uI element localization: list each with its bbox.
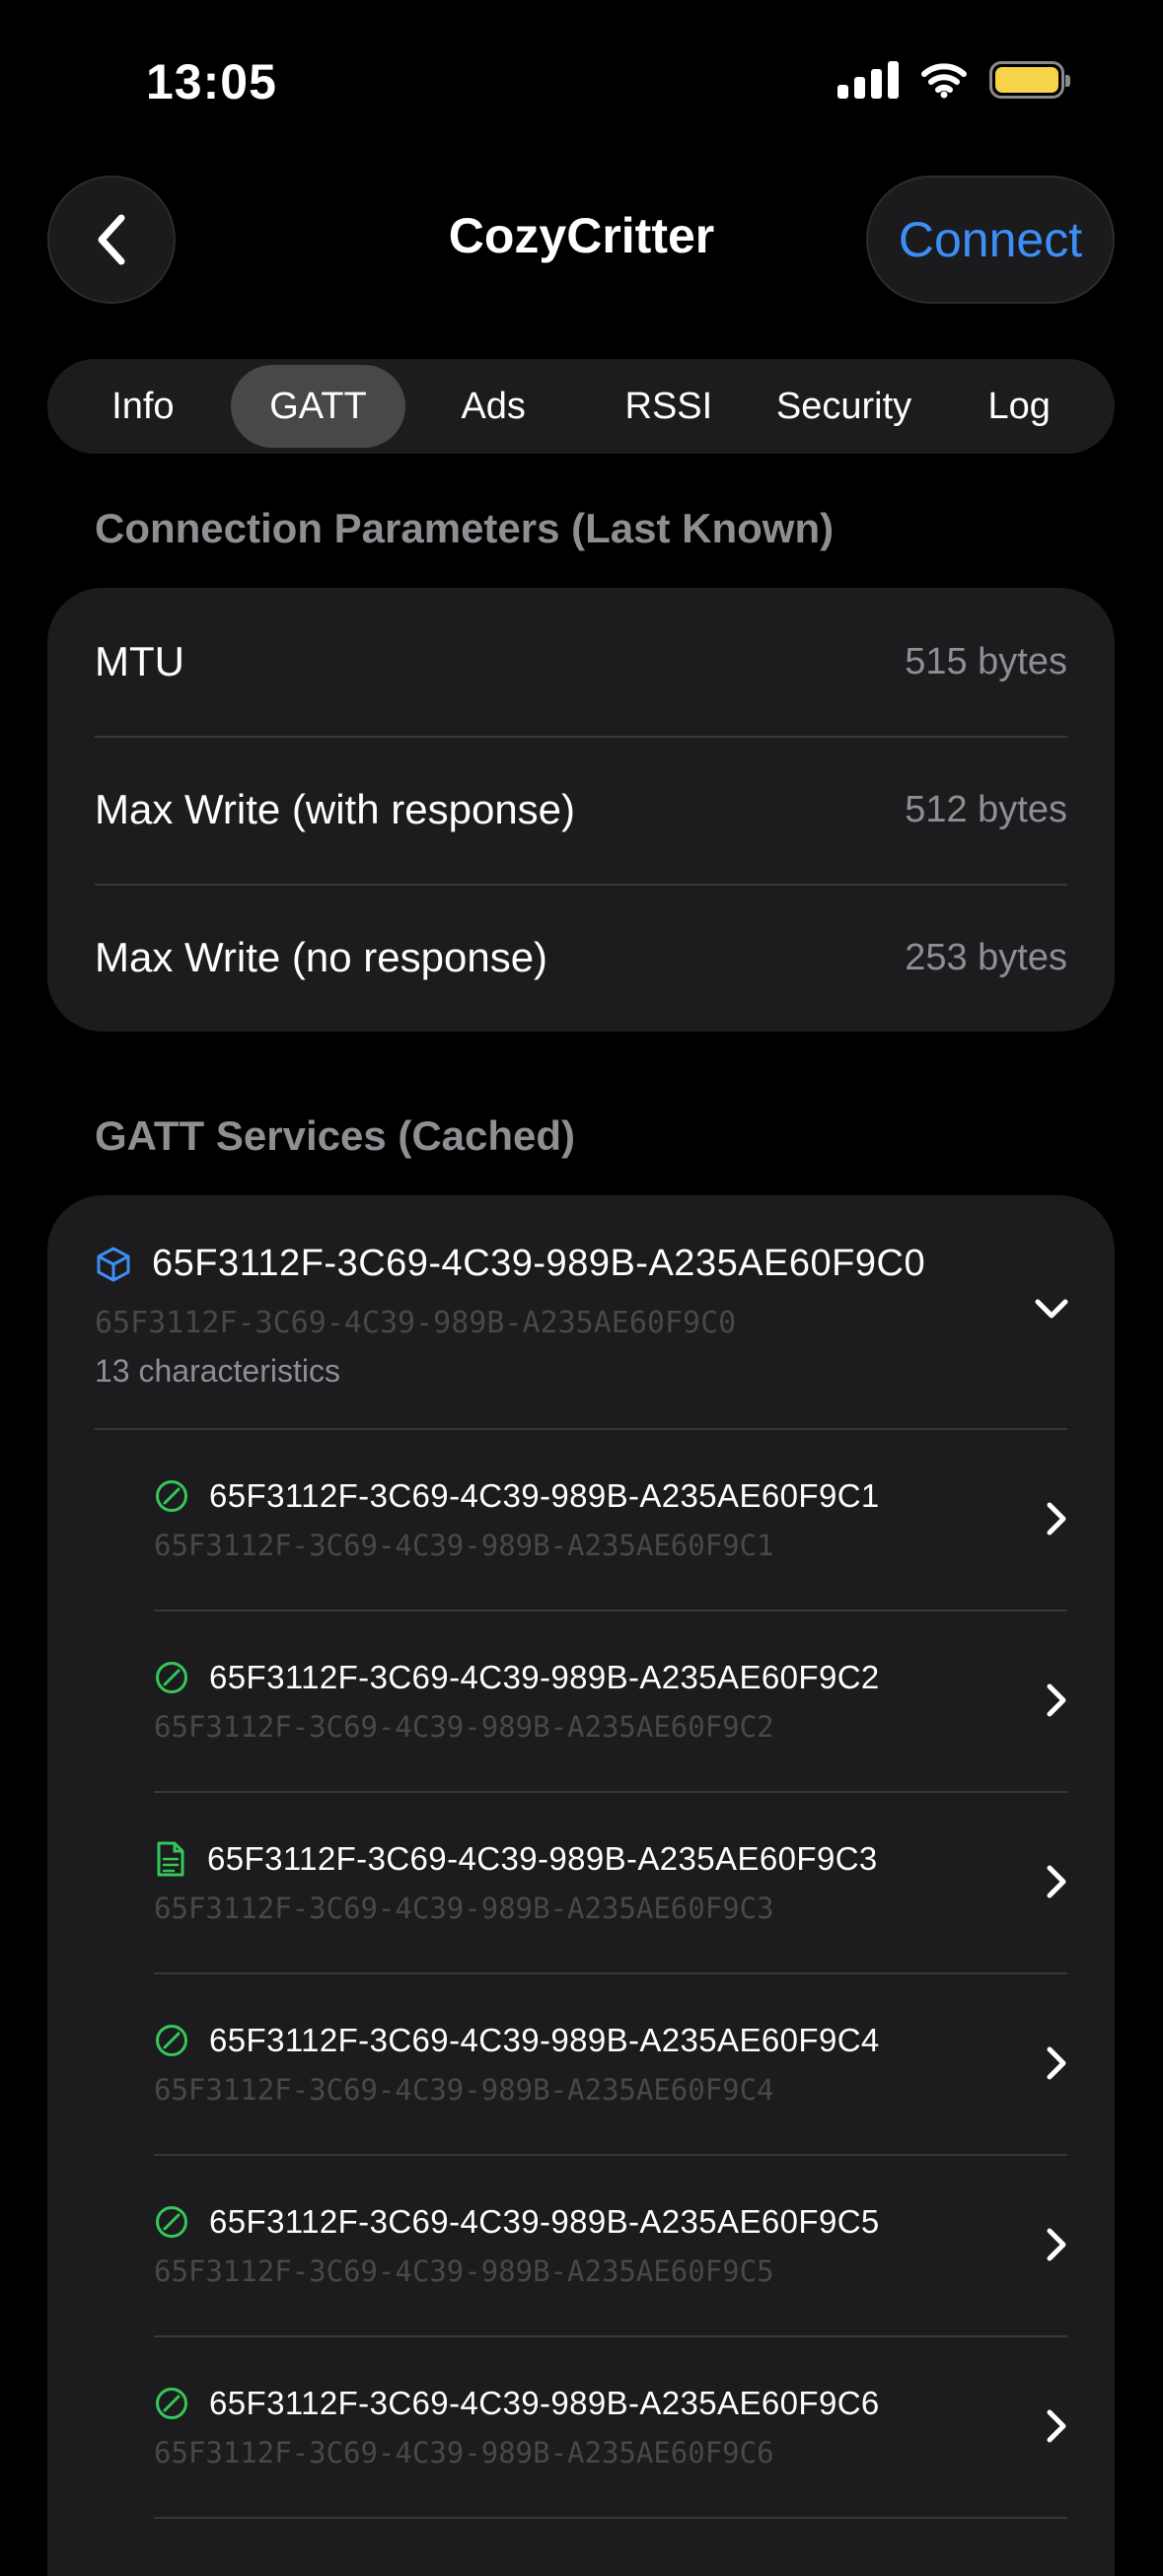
tab-security[interactable]: Security [757, 365, 932, 448]
connection-section-header: Connection Parameters (Last Known) [95, 505, 835, 551]
chevron-right-icon [1047, 1865, 1066, 1898]
service-characteristic-count: 13 characteristics [95, 1353, 340, 1389]
param-value: 512 bytes [905, 788, 1067, 830]
param-value: 253 bytes [905, 936, 1067, 978]
characteristic-title: 65F3112F-3C69-4C39-989B-A235AE60F9C5 [209, 2203, 880, 2240]
chevron-right-icon [1047, 2409, 1066, 2443]
characteristic-row[interactable]: 65F3112F-3C69-4C39-989B-A235AE60F9C4 65F… [154, 1972, 1067, 2154]
divider [154, 2517, 1067, 2519]
wifi-icon [921, 63, 967, 99]
status-time: 13:05 [146, 54, 277, 109]
services-section-header: GATT Services (Cached) [95, 1112, 576, 1159]
characteristic-uuid: 65F3112F-3C69-4C39-989B-A235AE60F9C1 [154, 1529, 774, 1562]
services-card: 65F3112F-3C69-4C39-989B-A235AE60F9C0 65F… [47, 1195, 1115, 2576]
chevron-right-icon [1047, 2046, 1066, 2080]
tab-log[interactable]: Log [931, 365, 1107, 448]
check-circle-icon [156, 1662, 187, 1693]
characteristic-row[interactable]: 65F3112F-3C69-4C39-989B-A235AE60F9C1 65F… [154, 1430, 1067, 1610]
param-row-max-write-response: Max Write (with response) 512 bytes [47, 736, 1115, 884]
characteristic-list: 65F3112F-3C69-4C39-989B-A235AE60F9C1 65F… [47, 1430, 1115, 2519]
param-label: Max Write (with response) [95, 786, 576, 832]
connection-card: MTU 515 bytes Max Write (with response) … [47, 588, 1115, 1032]
tab-ads[interactable]: Ads [405, 365, 581, 448]
param-row-mtu: MTU 515 bytes [47, 588, 1115, 736]
characteristic-uuid: 65F3112F-3C69-4C39-989B-A235AE60F9C3 [154, 1892, 774, 1925]
characteristic-row[interactable]: 65F3112F-3C69-4C39-989B-A235AE60F9C6 65F… [154, 2335, 1067, 2517]
tab-gatt[interactable]: GATT [230, 365, 406, 448]
document-icon [157, 1841, 184, 1877]
tab-info[interactable]: Info [55, 365, 231, 448]
service-row[interactable]: 65F3112F-3C69-4C39-989B-A235AE60F9C0 65F… [47, 1195, 1115, 1430]
characteristic-uuid: 65F3112F-3C69-4C39-989B-A235AE60F9C6 [154, 2436, 774, 2469]
characteristic-row[interactable]: 65F3112F-3C69-4C39-989B-A235AE60F9C5 65F… [154, 2154, 1067, 2335]
characteristic-title: 65F3112F-3C69-4C39-989B-A235AE60F9C6 [209, 2385, 880, 2421]
check-circle-icon [156, 2206, 187, 2238]
param-value: 515 bytes [905, 640, 1067, 682]
check-circle-icon [156, 2025, 187, 2056]
tab-rssi[interactable]: RSSI [581, 365, 757, 448]
service-uuid: 65F3112F-3C69-4C39-989B-A235AE60F9C0 [95, 1306, 737, 1340]
characteristic-title: 65F3112F-3C69-4C39-989B-A235AE60F9C3 [207, 1840, 878, 1877]
signal-icon [837, 61, 899, 99]
connect-button[interactable]: Connect [866, 176, 1115, 304]
param-label: MTU [95, 638, 184, 684]
battery-icon [989, 61, 1070, 99]
characteristic-title: 65F3112F-3C69-4C39-989B-A235AE60F9C4 [209, 2022, 880, 2058]
param-label: Max Write (no response) [95, 934, 548, 980]
characteristic-row[interactable]: 65F3112F-3C69-4C39-989B-A235AE60F9C3 65F… [154, 1791, 1067, 1972]
chevron-right-icon [1047, 1683, 1066, 1717]
param-row-max-write-no-response: Max Write (no response) 253 bytes [47, 884, 1115, 1032]
chevron-right-icon [1047, 1502, 1066, 1536]
characteristic-uuid: 65F3112F-3C69-4C39-989B-A235AE60F9C4 [154, 2073, 774, 2107]
tab-bar: Info GATT Ads RSSI Security Log [47, 359, 1115, 454]
chevron-down-icon[interactable] [1032, 1294, 1071, 1324]
check-circle-icon [156, 2388, 187, 2419]
check-circle-icon [156, 1480, 187, 1512]
characteristic-uuid: 65F3112F-3C69-4C39-989B-A235AE60F9C2 [154, 1710, 774, 1744]
service-title: 65F3112F-3C69-4C39-989B-A235AE60F9C0 [152, 1243, 926, 1284]
characteristic-row[interactable]: 65F3112F-3C69-4C39-989B-A235AE60F9C2 65F… [154, 1610, 1067, 1791]
characteristic-title: 65F3112F-3C69-4C39-989B-A235AE60F9C1 [209, 1477, 880, 1514]
cube-icon [97, 1247, 130, 1281]
status-icons [837, 61, 1070, 99]
characteristic-title: 65F3112F-3C69-4C39-989B-A235AE60F9C2 [209, 1659, 880, 1695]
characteristic-uuid: 65F3112F-3C69-4C39-989B-A235AE60F9C5 [154, 2254, 774, 2288]
chevron-right-icon [1047, 2228, 1066, 2261]
